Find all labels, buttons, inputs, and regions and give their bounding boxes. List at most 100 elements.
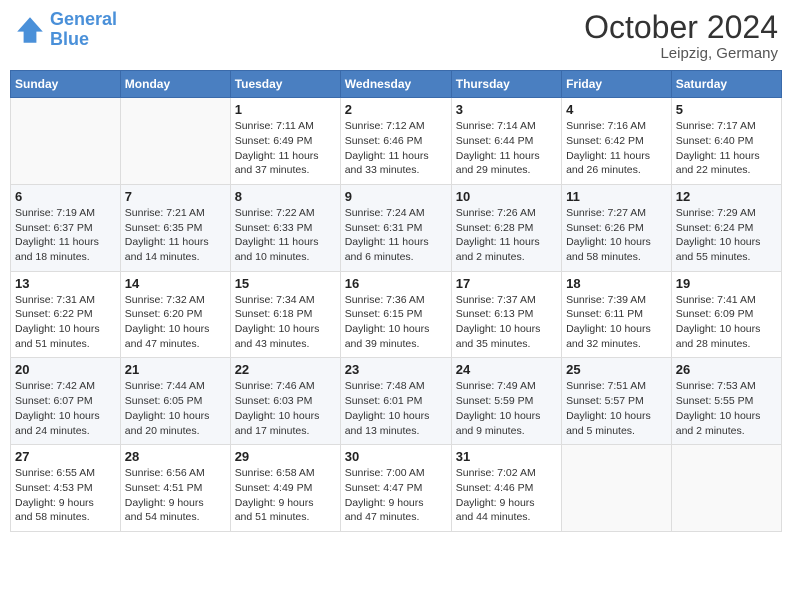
calendar-cell: 18 Sunrise: 7:39 AM Sunset: 6:11 PM Dayli… [562,271,672,358]
weekday-header-row: SundayMondayTuesdayWednesdayThursdayFrid… [11,71,782,98]
calendar-cell: 22 Sunrise: 7:46 AM Sunset: 6:03 PM Dayli… [230,358,340,445]
day-number: 13 [15,276,116,291]
calendar-cell: 20Sunrise: 7:42 AM Sunset: 6:07 PM Dayli… [11,358,121,445]
calendar-cell: 26 Sunrise: 7:53 AM Sunset: 5:55 PM Dayli… [671,358,781,445]
weekday-header-wednesday: Wednesday [340,71,451,98]
logo-icon [14,14,46,46]
calendar-cell: 12 Sunrise: 7:29 AM Sunset: 6:24 PM Dayli… [671,184,781,271]
day-number: 17 [456,276,557,291]
calendar-cell [562,445,672,532]
calendar-cell: 27 Sunrise: 6:55 AM Sunset: 4:53 PM Dayli… [11,445,121,532]
day-number: 7 [125,189,226,204]
day-number: 26 [676,362,777,377]
day-number: 8 [235,189,336,204]
title-block: October 2024 Leipzig, Germany [584,10,778,62]
calendar-cell: 9 Sunrise: 7:24 AM Sunset: 6:31 PM Daylig… [340,184,451,271]
logo-text: General Blue [50,10,117,50]
day-number: 21 [125,362,226,377]
day-number: 30 [345,449,447,464]
weekday-header-sunday: Sunday [11,71,121,98]
day-number: 10 [456,189,557,204]
day-number: 27 [15,449,116,464]
day-info: Sunrise: 7:37 AM Sunset: 6:13 PM Dayligh… [456,293,557,352]
week-row-5: 27 Sunrise: 6:55 AM Sunset: 4:53 PM Dayli… [11,445,782,532]
day-info: Sunrise: 7:21 AM Sunset: 6:35 PM Dayligh… [125,206,226,265]
calendar-cell: 28 Sunrise: 6:56 AM Sunset: 4:51 PM Dayli… [120,445,230,532]
week-row-2: 6 Sunrise: 7:19 AM Sunset: 6:37 PM Daylig… [11,184,782,271]
day-number: 3 [456,102,557,117]
day-number: 24 [456,362,557,377]
day-info: Sunrise: 7:44 AM Sunset: 6:05 PM Dayligh… [125,379,226,438]
day-info: Sunrise: 7:53 AM Sunset: 5:55 PM Dayligh… [676,379,777,438]
day-number: 18 [566,276,667,291]
day-info: Sunrise: 7:17 AM Sunset: 6:40 PM Dayligh… [676,119,777,178]
day-number: 20 [15,362,116,377]
day-info: Sunrise: 7:11 AM Sunset: 6:49 PM Dayligh… [235,119,336,178]
calendar-table: SundayMondayTuesdayWednesdayThursdayFrid… [10,70,782,532]
day-number: 14 [125,276,226,291]
calendar-cell: 7 Sunrise: 7:21 AM Sunset: 6:35 PM Daylig… [120,184,230,271]
day-info: Sunrise: 7:39 AM Sunset: 6:11 PM Dayligh… [566,293,667,352]
day-info: Sunrise: 7:51 AM Sunset: 5:57 PM Dayligh… [566,379,667,438]
day-info: Sunrise: 7:46 AM Sunset: 6:03 PM Dayligh… [235,379,336,438]
day-number: 29 [235,449,336,464]
day-number: 12 [676,189,777,204]
day-info: Sunrise: 7:36 AM Sunset: 6:15 PM Dayligh… [345,293,447,352]
week-row-1: 1Sunrise: 7:11 AM Sunset: 6:49 PM Daylig… [11,98,782,185]
day-info: Sunrise: 6:56 AM Sunset: 4:51 PM Dayligh… [125,466,226,525]
day-number: 28 [125,449,226,464]
calendar-cell: 5 Sunrise: 7:17 AM Sunset: 6:40 PM Daylig… [671,98,781,185]
calendar-cell [671,445,781,532]
calendar-cell: 19 Sunrise: 7:41 AM Sunset: 6:09 PM Dayli… [671,271,781,358]
week-row-3: 13Sunrise: 7:31 AM Sunset: 6:22 PM Dayli… [11,271,782,358]
day-number: 9 [345,189,447,204]
calendar-cell: 29 Sunrise: 6:58 AM Sunset: 4:49 PM Dayli… [230,445,340,532]
day-info: Sunrise: 7:12 AM Sunset: 6:46 PM Dayligh… [345,119,447,178]
weekday-header-thursday: Thursday [451,71,561,98]
calendar-cell: 17 Sunrise: 7:37 AM Sunset: 6:13 PM Dayli… [451,271,561,358]
logo: General Blue [14,10,117,50]
calendar-cell: 13Sunrise: 7:31 AM Sunset: 6:22 PM Dayli… [11,271,121,358]
calendar-cell: 8 Sunrise: 7:22 AM Sunset: 6:33 PM Daylig… [230,184,340,271]
calendar-cell: 23 Sunrise: 7:48 AM Sunset: 6:01 PM Dayli… [340,358,451,445]
day-info: Sunrise: 7:27 AM Sunset: 6:26 PM Dayligh… [566,206,667,265]
calendar-cell: 4Sunrise: 7:16 AM Sunset: 6:42 PM Daylig… [562,98,672,185]
day-info: Sunrise: 7:48 AM Sunset: 6:01 PM Dayligh… [345,379,447,438]
day-info: Sunrise: 7:32 AM Sunset: 6:20 PM Dayligh… [125,293,226,352]
day-number: 16 [345,276,447,291]
day-info: Sunrise: 7:49 AM Sunset: 5:59 PM Dayligh… [456,379,557,438]
calendar-cell [11,98,121,185]
day-info: Sunrise: 7:41 AM Sunset: 6:09 PM Dayligh… [676,293,777,352]
day-number: 22 [235,362,336,377]
weekday-header-tuesday: Tuesday [230,71,340,98]
day-info: Sunrise: 7:29 AM Sunset: 6:24 PM Dayligh… [676,206,777,265]
day-info: Sunrise: 7:22 AM Sunset: 6:33 PM Dayligh… [235,206,336,265]
weekday-header-friday: Friday [562,71,672,98]
day-info: Sunrise: 7:16 AM Sunset: 6:42 PM Dayligh… [566,119,667,178]
day-info: Sunrise: 7:24 AM Sunset: 6:31 PM Dayligh… [345,206,447,265]
day-info: Sunrise: 7:02 AM Sunset: 4:46 PM Dayligh… [456,466,557,525]
page-header: General Blue October 2024 Leipzig, Germa… [10,10,782,62]
day-number: 11 [566,189,667,204]
day-info: Sunrise: 7:00 AM Sunset: 4:47 PM Dayligh… [345,466,447,525]
day-number: 19 [676,276,777,291]
day-info: Sunrise: 6:58 AM Sunset: 4:49 PM Dayligh… [235,466,336,525]
day-info: Sunrise: 7:19 AM Sunset: 6:37 PM Dayligh… [15,206,116,265]
month-title: October 2024 [584,10,778,45]
day-number: 6 [15,189,116,204]
day-number: 23 [345,362,447,377]
calendar-cell: 14 Sunrise: 7:32 AM Sunset: 6:20 PM Dayli… [120,271,230,358]
day-number: 25 [566,362,667,377]
day-info: Sunrise: 6:55 AM Sunset: 4:53 PM Dayligh… [15,466,116,525]
calendar-cell: 2 Sunrise: 7:12 AM Sunset: 6:46 PM Daylig… [340,98,451,185]
calendar-cell: 10Sunrise: 7:26 AM Sunset: 6:28 PM Dayli… [451,184,561,271]
day-number: 31 [456,449,557,464]
day-info: Sunrise: 7:34 AM Sunset: 6:18 PM Dayligh… [235,293,336,352]
calendar-cell: 6 Sunrise: 7:19 AM Sunset: 6:37 PM Daylig… [11,184,121,271]
day-number: 2 [345,102,447,117]
location: Leipzig, Germany [584,45,778,62]
weekday-header-monday: Monday [120,71,230,98]
calendar-cell: 3 Sunrise: 7:14 AM Sunset: 6:44 PM Daylig… [451,98,561,185]
day-info: Sunrise: 7:14 AM Sunset: 6:44 PM Dayligh… [456,119,557,178]
day-number: 5 [676,102,777,117]
